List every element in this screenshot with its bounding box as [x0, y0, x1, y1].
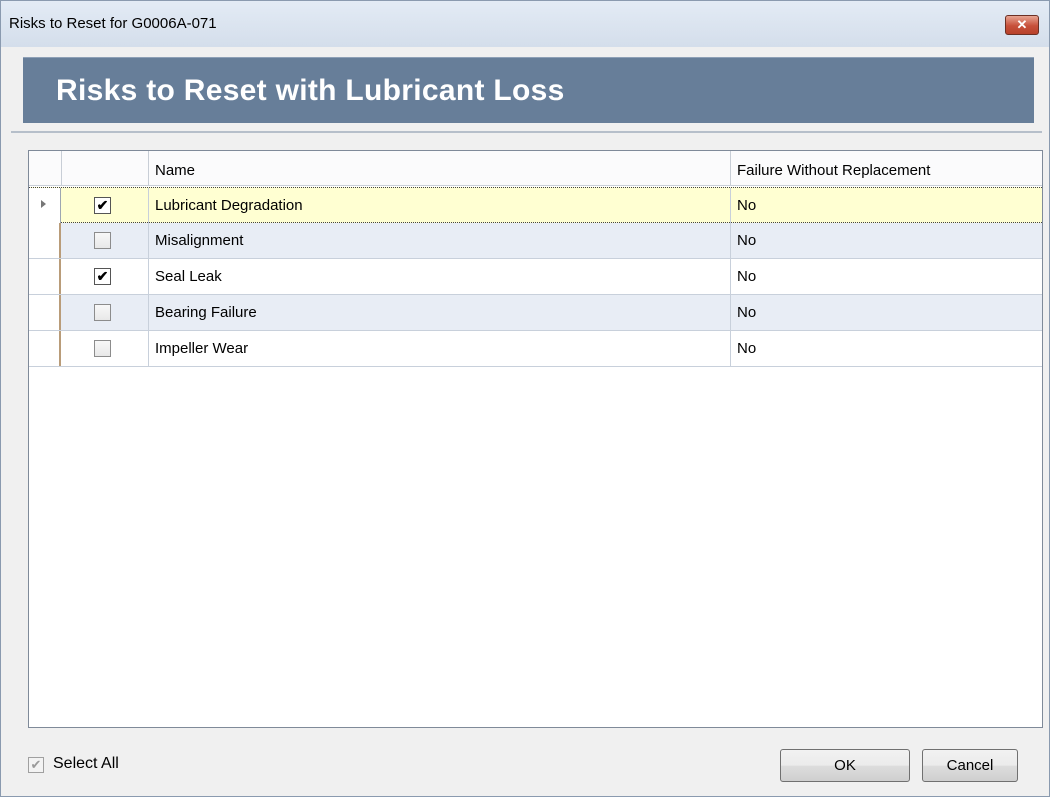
risks-grid: Name Failure Without Replacement ✔ Lubric…: [28, 150, 1043, 728]
table-row[interactable]: ✔ Seal Leak No: [29, 259, 1042, 295]
row-selector[interactable]: [29, 188, 61, 223]
name-cell[interactable]: Bearing Failure: [149, 295, 731, 330]
row-selector[interactable]: [29, 331, 61, 366]
table-row[interactable]: Bearing Failure No: [29, 295, 1042, 331]
row-checkbox[interactable]: [94, 232, 111, 249]
name-cell[interactable]: Misalignment: [149, 223, 731, 258]
failure-without-replacement-cell[interactable]: No: [731, 259, 1042, 294]
check-cell: [62, 223, 149, 258]
row-selector[interactable]: [29, 259, 61, 294]
window-title: Risks to Reset for G0006A-071: [9, 15, 217, 32]
grid-header: Name Failure Without Replacement: [29, 151, 1042, 186]
title-bar[interactable]: Risks to Reset for G0006A-071 ✕: [1, 1, 1049, 47]
name-cell[interactable]: Lubricant Degradation: [149, 188, 731, 223]
page-title: Risks to Reset with Lubricant Loss: [56, 74, 565, 107]
check-cell: ✔: [62, 259, 149, 294]
row-selector[interactable]: [29, 295, 61, 330]
row-checkbox[interactable]: [94, 340, 111, 357]
row-checkbox[interactable]: ✔: [94, 197, 111, 214]
table-row[interactable]: Misalignment No: [29, 223, 1042, 259]
failure-without-replacement-cell[interactable]: No: [731, 331, 1042, 366]
check-cell: ✔: [62, 188, 149, 223]
table-row[interactable]: ✔ Lubricant Degradation No: [29, 187, 1042, 223]
row-checkbox[interactable]: [94, 304, 111, 321]
row-selector[interactable]: [29, 223, 61, 258]
close-icon[interactable]: ✕: [1005, 15, 1039, 35]
column-header-name[interactable]: Name: [149, 151, 731, 186]
dialog-window: Risks to Reset for G0006A-071 ✕ Risks to…: [0, 0, 1050, 797]
separator: [11, 131, 1042, 133]
header-banner: Risks to Reset with Lubricant Loss: [23, 57, 1034, 123]
row-checkbox[interactable]: ✔: [94, 268, 111, 285]
select-all-label[interactable]: Select All: [53, 755, 119, 773]
select-all-checkbox[interactable]: ✔: [28, 757, 44, 773]
selector-header: [29, 151, 62, 186]
name-cell[interactable]: Seal Leak: [149, 259, 731, 294]
failure-without-replacement-cell[interactable]: No: [731, 188, 1042, 223]
ok-button[interactable]: OK: [780, 749, 910, 782]
column-header-failure-without-replacement[interactable]: Failure Without Replacement: [731, 151, 1042, 186]
cancel-button[interactable]: Cancel: [922, 749, 1018, 782]
current-row-arrow-icon: [41, 200, 46, 208]
failure-without-replacement-cell[interactable]: No: [731, 295, 1042, 330]
check-cell: [62, 295, 149, 330]
name-cell[interactable]: Impeller Wear: [149, 331, 731, 366]
check-cell: [62, 331, 149, 366]
check-column-header[interactable]: [62, 151, 149, 186]
failure-without-replacement-cell[interactable]: No: [731, 223, 1042, 258]
table-row[interactable]: Impeller Wear No: [29, 331, 1042, 367]
